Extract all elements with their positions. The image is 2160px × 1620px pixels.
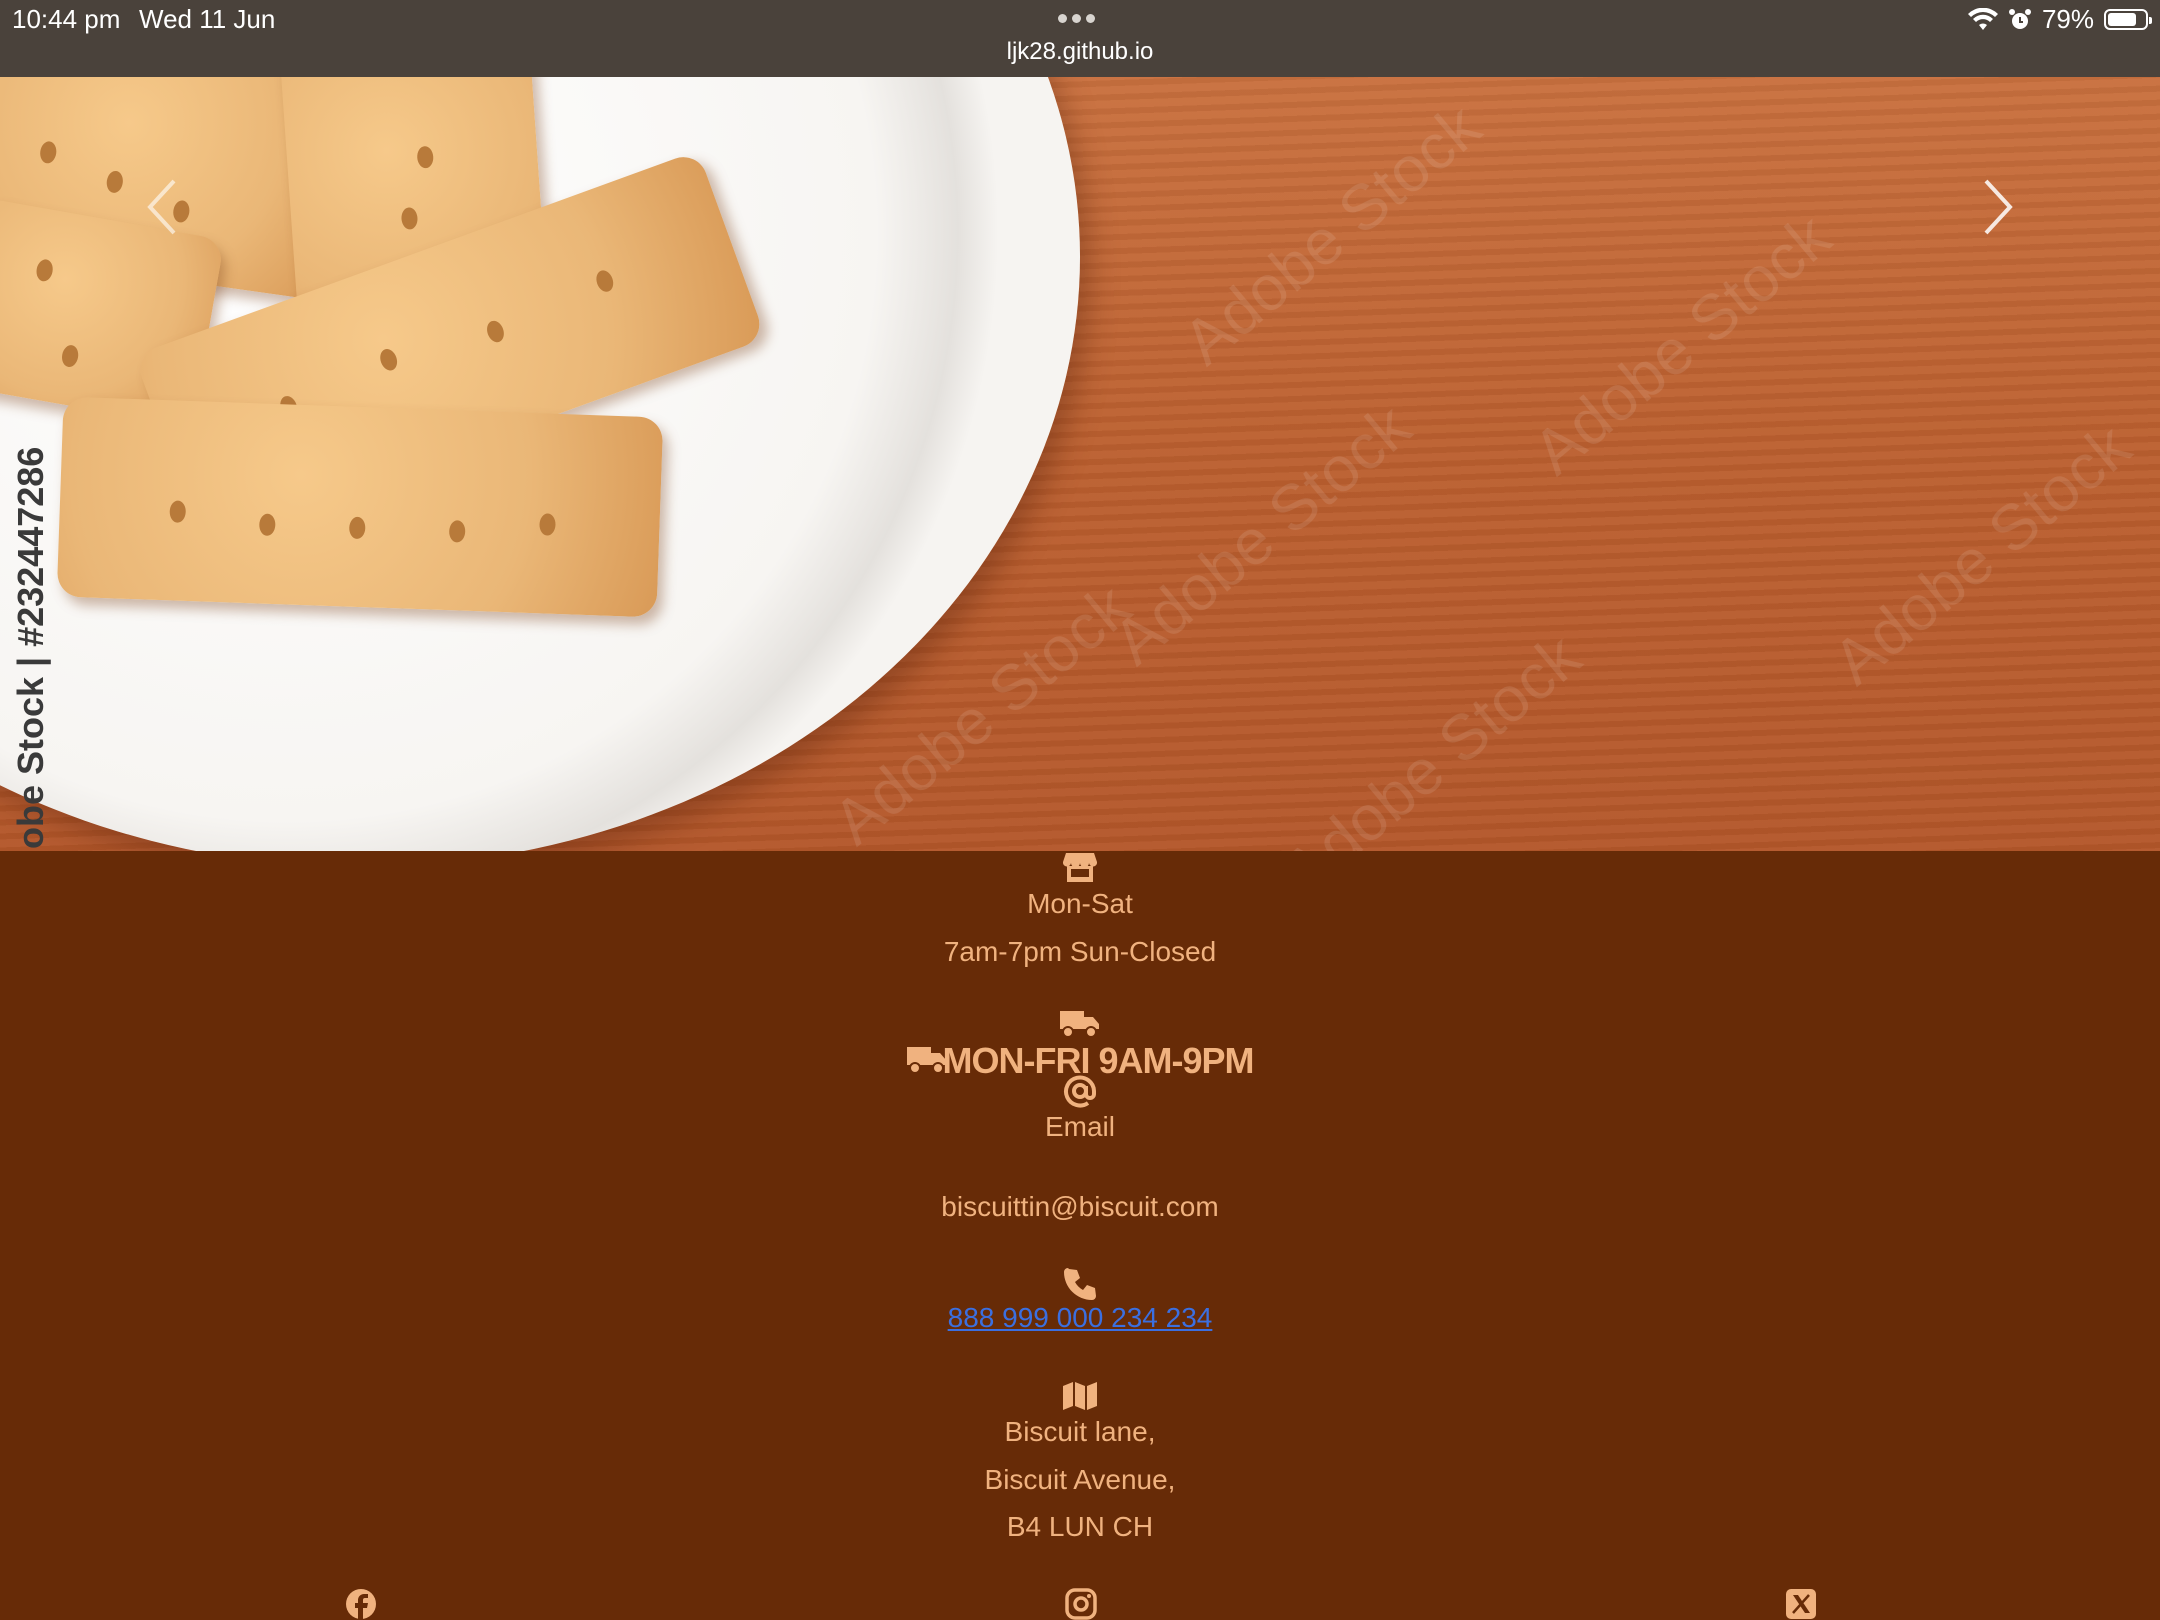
address-line-1: Biscuit lane,: [1004, 1416, 1156, 1447]
hours-days: Mon-Sat: [1027, 888, 1133, 919]
battery-icon: [2104, 9, 2152, 30]
x-icon[interactable]: [1785, 1588, 1817, 1620]
at-icon: [0, 1074, 2160, 1108]
phone-link[interactable]: 888 999 000 234 234: [0, 1302, 2160, 1334]
multitasking-dots-icon[interactable]: [1058, 10, 1102, 24]
address-line-2: Biscuit Avenue,: [984, 1464, 1176, 1495]
hero-carousel[interactable]: Adobe Stock Adobe Stock Adobe Stock Adob…: [0, 77, 2160, 851]
stock-id-text: Adobe Stock | #232447286: [10, 446, 51, 851]
status-bar: 10:44 pm Wed 11 Jun ljk28.github.io 79%: [0, 0, 2160, 77]
map-icon: [0, 1381, 2160, 1411]
watermark-text: Adobe Stock: [1169, 89, 1494, 379]
page: 10:44 pm Wed 11 Jun ljk28.github.io 79%: [0, 0, 2160, 1620]
instagram-icon[interactable]: [1065, 1588, 1097, 1620]
watermark-text: Adobe Stock: [1099, 389, 1424, 679]
hours-times: 7am-7pm Sun-Closed: [943, 936, 1217, 967]
address-line-3: B4 LUN CH: [1006, 1511, 1154, 1542]
chevron-right-icon[interactable]: [1978, 177, 2018, 237]
watermark-text: Adobe Stock: [1519, 199, 1844, 489]
truck-icon: [0, 1009, 2160, 1039]
watermark-text: Adobe Stock: [1819, 409, 2144, 699]
battery-percent: 79%: [2041, 4, 2094, 34]
status-time: 10:44 pm: [12, 4, 121, 34]
facebook-icon[interactable]: [345, 1588, 377, 1620]
phone-icon: [0, 1267, 2160, 1301]
chevron-left-icon[interactable]: [142, 177, 182, 237]
contact-info: Mon-Sat 7am-7pm Sun-Closed MON-FRI 9AM-9…: [0, 851, 2160, 1620]
status-date: Wed 11 Jun: [139, 4, 276, 34]
watermark-text: Adobe Stock: [1269, 619, 1594, 851]
email-label: Email: [1044, 1111, 1115, 1142]
truck-icon: [906, 1047, 946, 1074]
url-bar[interactable]: ljk28.github.io: [0, 38, 2160, 66]
wifi-icon: [1967, 7, 1998, 30]
status-indicators: 79%: [1967, 4, 2152, 35]
store-icon: [0, 851, 2160, 883]
alarm-icon: [2008, 8, 2031, 29]
email-address[interactable]: biscuittin@biscuit.com: [0, 1191, 2160, 1223]
biscuit-image: [56, 396, 664, 618]
